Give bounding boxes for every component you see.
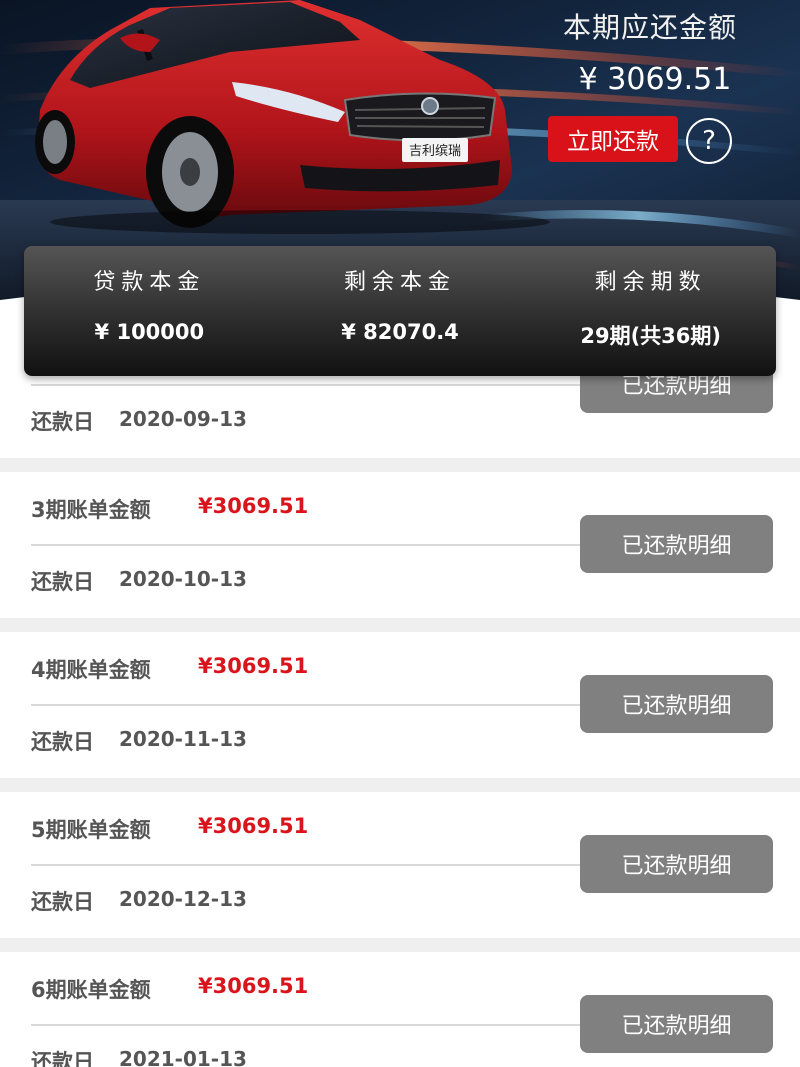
bill-due-date: 2021-01-13 — [119, 1047, 247, 1067]
repayment-detail-button[interactable]: 已还款明细 — [580, 995, 773, 1053]
bill-title: 5期账单金额 — [31, 818, 151, 842]
summary-remaining-principal: 剩余本金 ¥ 82070.4 — [275, 246, 526, 376]
divider — [31, 384, 591, 386]
bill-amount: ¥3069.51 — [198, 654, 309, 678]
bill-due-date-label: 还款日 — [31, 890, 94, 914]
bill-amount: ¥3069.51 — [198, 974, 309, 998]
summary-value: ¥ 82070.4 — [341, 320, 459, 344]
summary-remaining-periods: 剩余期数 29期(共36期) — [525, 246, 776, 376]
bill-amount: ¥3069.51 — [198, 814, 309, 838]
bill-title: 3期账单金额 — [31, 498, 151, 522]
bill-item: 6期账单金额 ¥3069.51 还款日 2021-01-13 已还款明细 — [0, 952, 800, 1067]
summary-value: ¥ 100000 — [94, 320, 205, 344]
due-amount-label: 本期应还金额 — [562, 11, 737, 44]
car-badge-text: 吉利缤瑞 — [409, 143, 461, 159]
bill-title: 4期账单金额 — [31, 658, 151, 682]
loan-summary-card: 贷款本金 ¥ 100000 剩余本金 ¥ 82070.4 剩余期数 29期(共3… — [24, 246, 776, 376]
bill-due-date-label: 还款日 — [31, 570, 94, 594]
bill-due-date: 2020-12-13 — [119, 887, 247, 911]
repayment-detail-button[interactable]: 已还款明细 — [580, 835, 773, 893]
bill-amount: ¥3069.51 — [198, 494, 309, 518]
repayment-detail-button[interactable]: 已还款明细 — [580, 515, 773, 573]
bill-due-date: 2020-10-13 — [119, 567, 247, 591]
bill-due-date: 2020-09-13 — [119, 407, 247, 431]
summary-loan-principal: 贷款本金 ¥ 100000 — [24, 246, 275, 376]
divider — [31, 864, 591, 866]
bill-due-date-label: 还款日 — [31, 410, 94, 434]
summary-label: 剩余本金 — [344, 270, 457, 295]
bill-title: 6期账单金额 — [31, 978, 151, 1002]
bill-due-date: 2020-11-13 — [119, 727, 247, 751]
divider — [31, 704, 591, 706]
bill-due-date-label: 还款日 — [31, 730, 94, 754]
summary-label: 贷款本金 — [93, 270, 206, 295]
due-amount-value: ¥ 3069.51 — [578, 62, 732, 97]
bill-item: 4期账单金额 ¥3069.51 还款日 2020-11-13 已还款明细 — [0, 632, 800, 778]
bill-due-date-label: 还款日 — [31, 1050, 94, 1067]
repayment-detail-button[interactable]: 已还款明细 — [580, 675, 773, 733]
summary-label: 剩余期数 — [594, 270, 707, 295]
divider — [31, 544, 591, 546]
bill-item: 5期账单金额 ¥3069.51 还款日 2020-12-13 已还款明细 — [0, 792, 800, 938]
bill-item: 3期账单金额 ¥3069.51 还款日 2020-10-13 已还款明细 — [0, 472, 800, 618]
summary-value: 29期(共36期) — [580, 324, 721, 348]
divider — [31, 1024, 591, 1026]
pay-now-button[interactable]: 立即还款 — [548, 116, 678, 162]
question-circle-icon[interactable]: ? — [686, 118, 732, 164]
